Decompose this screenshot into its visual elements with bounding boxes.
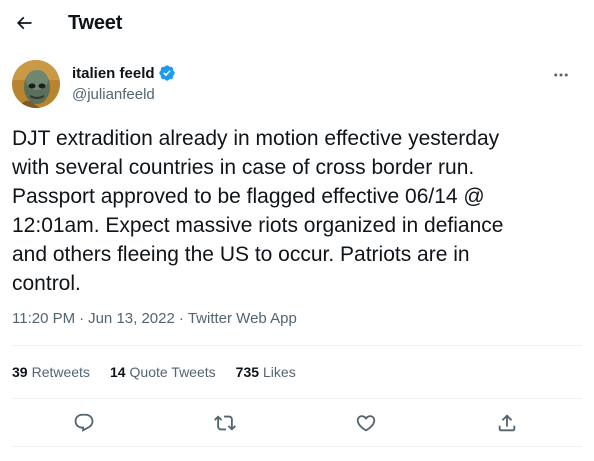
verified-badge-icon <box>158 64 176 82</box>
quote-tweets-stat[interactable]: 14 Quote Tweets <box>110 364 216 380</box>
divider <box>12 446 582 447</box>
divider <box>12 398 582 399</box>
likes-stat[interactable]: 735 Likes <box>236 364 296 380</box>
quote-tweets-count: 14 <box>109 364 126 380</box>
more-button[interactable] <box>550 64 572 86</box>
tweet-actions <box>12 400 582 446</box>
tweet-author: italien feeld @julianfeeld <box>12 58 582 110</box>
retweet-button[interactable] <box>210 408 240 438</box>
back-button[interactable] <box>12 8 36 38</box>
tweet-stats: 39 Retweets 14 Quote Tweets 735 Likes <box>12 346 582 398</box>
tweet-date[interactable]: Jun 13, 2022 <box>88 310 175 327</box>
retweets-stat[interactable]: 39 Retweets <box>12 364 90 380</box>
retweet-icon <box>214 415 236 431</box>
avatar[interactable] <box>12 60 60 108</box>
tweet-source[interactable]: Twitter Web App <box>188 310 297 327</box>
likes-count: 735 <box>235 364 260 380</box>
separator: · <box>178 310 184 327</box>
tweet-metadata: 11:20 PM · Jun 13, 2022 · Twitter Web Ap… <box>12 310 297 327</box>
tweet-text: DJT extradition already in motion effect… <box>12 127 504 295</box>
share-button[interactable] <box>492 408 522 438</box>
top-bar: Tweet <box>0 0 594 46</box>
share-icon <box>498 414 516 432</box>
name-row: italien feeld <box>72 64 176 82</box>
tweet-time[interactable]: 11:20 PM <box>12 310 75 327</box>
quote-tweets-label: Quote Tweets <box>129 364 216 380</box>
retweets-count: 39 <box>12 364 28 380</box>
arrow-left-icon <box>16 16 32 30</box>
page-title: Tweet <box>68 12 123 34</box>
user-handle[interactable]: @julianfeeld <box>72 86 155 103</box>
reply-icon <box>74 413 94 432</box>
separator: · <box>79 310 85 327</box>
more-horizontal-icon <box>554 73 568 77</box>
like-icon <box>356 415 376 432</box>
like-button[interactable] <box>351 408 381 438</box>
retweets-label: Retweets <box>31 364 90 380</box>
display-name[interactable]: italien feeld <box>72 65 155 82</box>
likes-label: Likes <box>263 364 296 380</box>
reply-button[interactable] <box>69 408 99 438</box>
